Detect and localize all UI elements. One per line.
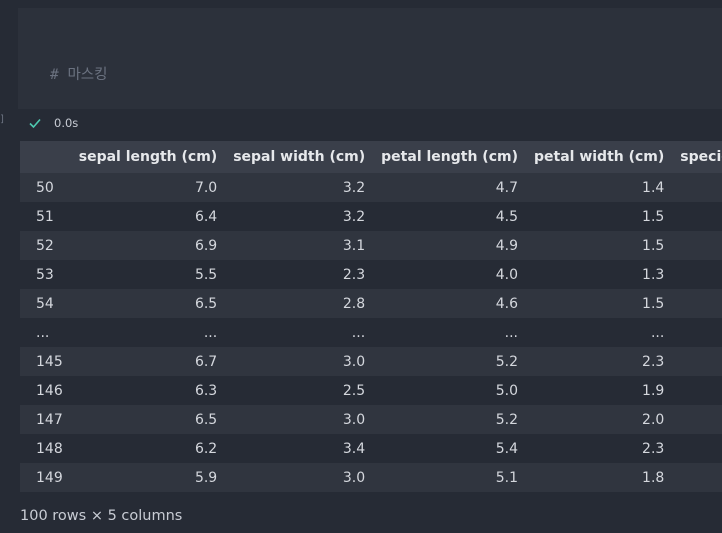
table-cell: 3.0 xyxy=(342,411,366,428)
table-cell: 1 xyxy=(672,231,722,260)
table-cell: 4.9 xyxy=(495,237,518,254)
table-row: 147 6.5 3.0 5.2 2.0 2 xyxy=(20,405,722,434)
table-body: 50 7.0 3.2 4.7 1.4 1 51 6.4 3.2 4.5 1.5 1 52 6.9 3.1 4.… xyxy=(20,173,722,492)
column-header: sepal width (cm) xyxy=(225,141,374,173)
table-cell: 2.3 xyxy=(642,440,665,457)
table-cell: 5.0 xyxy=(495,382,518,399)
execution-time: 0.0s xyxy=(54,116,79,130)
table-cell: 7.0 xyxy=(194,179,218,196)
table-cell: 2.5 xyxy=(342,382,366,399)
row-index: 145 xyxy=(36,353,63,370)
code-cell-input[interactable]: # 마스킹 iris_12 = iris_pd[iris_pd['species… xyxy=(18,8,722,281)
table-cell: 2 xyxy=(672,376,722,405)
table-cell: 5.2 xyxy=(495,411,518,428)
table-cell: 5.2 xyxy=(495,353,518,370)
table-cell: 6.4 xyxy=(194,208,218,225)
table-cell: 3.0 xyxy=(342,353,366,370)
table-row: 50 7.0 3.2 4.7 1.4 1 xyxy=(20,173,722,202)
table-cell: 3.2 xyxy=(342,208,366,225)
table-cell: 1.5 xyxy=(642,237,665,254)
check-icon xyxy=(29,118,41,129)
row-index: 51 xyxy=(36,208,54,225)
row-index: 148 xyxy=(36,440,63,457)
row-index: 50 xyxy=(36,179,54,196)
table-cell: 3.4 xyxy=(342,440,366,457)
table-cell: 1.4 xyxy=(642,179,665,196)
table-cell: 1.3 xyxy=(642,266,665,283)
table-cell: 2 xyxy=(672,463,722,492)
table-cell: 2 xyxy=(672,434,722,463)
table-cell: 1 xyxy=(672,289,722,318)
table-cell: 2 xyxy=(672,347,722,376)
table-cell: 5.9 xyxy=(194,469,218,486)
execution-status: 0.0s xyxy=(28,114,78,132)
column-header: species xyxy=(672,141,722,173)
table-cell: 1 xyxy=(672,260,722,289)
table-cell: 2.3 xyxy=(342,266,366,283)
code-comment: # 마스킹 xyxy=(50,67,108,83)
table-cell: 2 xyxy=(672,405,722,434)
table-row: 53 5.5 2.3 4.0 1.3 1 xyxy=(20,260,722,289)
table-cell: ... xyxy=(351,324,366,341)
table-row: .................. xyxy=(20,318,722,347)
table-cell: ... xyxy=(650,324,665,341)
table-cell: 1.9 xyxy=(642,382,665,399)
gutter-bracket: ] xyxy=(0,114,4,125)
table-cell: 5.5 xyxy=(194,266,218,283)
table-cell: 6.5 xyxy=(194,295,218,312)
table-header-row: sepal length (cm) sepal width (cm) petal l… xyxy=(20,141,722,173)
table-cell: ... xyxy=(504,324,518,341)
table-cell: 6.5 xyxy=(194,411,218,428)
table-cell: 3.1 xyxy=(342,237,366,254)
row-index: ... xyxy=(36,324,50,341)
table-cell: 1 xyxy=(672,173,722,202)
table-cell: 3.2 xyxy=(342,179,366,196)
table-row: 54 6.5 2.8 4.6 1.5 1 xyxy=(20,289,722,318)
table-cell: 6.7 xyxy=(194,353,218,370)
dataframe-table: sepal length (cm) sepal width (cm) petal l… xyxy=(20,141,722,492)
table-row: 52 6.9 3.1 4.9 1.5 1 xyxy=(20,231,722,260)
table-cell: 6.9 xyxy=(194,237,218,254)
row-index: 149 xyxy=(36,469,63,486)
table-cell: 2.0 xyxy=(642,411,665,428)
table-row: 148 6.2 3.4 5.4 2.3 2 xyxy=(20,434,722,463)
table-cell: 2.8 xyxy=(342,295,366,312)
table-cell: 4.5 xyxy=(495,208,518,225)
table-row: 145 6.7 3.0 5.2 2.3 2 xyxy=(20,347,722,376)
column-header xyxy=(20,141,71,173)
row-index: 52 xyxy=(36,237,54,254)
table-cell: 4.6 xyxy=(495,295,518,312)
row-index: 54 xyxy=(36,295,54,312)
table-row: 51 6.4 3.2 4.5 1.5 1 xyxy=(20,202,722,231)
row-index: 53 xyxy=(36,266,54,283)
row-index: 147 xyxy=(36,411,63,428)
table-cell: 6.3 xyxy=(194,382,218,399)
table-cell: 4.0 xyxy=(495,266,518,283)
table-cell: 2.3 xyxy=(642,353,665,370)
table-cell: 4.7 xyxy=(495,179,518,196)
column-header: petal length (cm) xyxy=(373,141,526,173)
table-cell: 6.2 xyxy=(194,440,218,457)
row-index: 146 xyxy=(36,382,63,399)
column-header: petal width (cm) xyxy=(525,141,673,173)
table-cell: 1.8 xyxy=(642,469,665,486)
table-row: 146 6.3 2.5 5.0 1.9 2 xyxy=(20,376,722,405)
table-cell: 1.5 xyxy=(642,295,665,312)
column-header: sepal length (cm) xyxy=(70,141,226,173)
table-cell: 1 xyxy=(672,202,722,231)
dataframe-shape: 100 rows × 5 columns xyxy=(20,508,183,524)
table-cell: 5.4 xyxy=(495,440,518,457)
table-cell: 1.5 xyxy=(642,208,665,225)
cell-output: sepal length (cm) sepal width (cm) petal l… xyxy=(20,141,722,492)
table-cell: 5.1 xyxy=(495,469,518,486)
table-cell: 3.0 xyxy=(342,469,366,486)
table-row: 149 5.9 3.0 5.1 1.8 2 xyxy=(20,463,722,492)
table-cell: ... xyxy=(672,318,722,347)
table-cell: ... xyxy=(203,324,218,341)
